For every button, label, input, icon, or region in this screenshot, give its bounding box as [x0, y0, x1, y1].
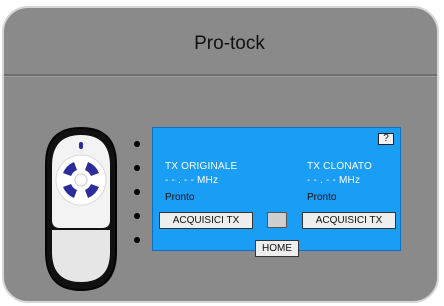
- device-panel: Pro-tock ? TX ORIGINALE - - . - - MHz Pr…: [2, 6, 439, 303]
- original-tx-heading: TX ORIGINALE: [165, 161, 238, 172]
- home-button[interactable]: HOME: [255, 240, 299, 257]
- original-tx-frequency: - - . - - MHz: [165, 175, 219, 186]
- copy-button[interactable]: [267, 212, 287, 228]
- led-3: [134, 189, 140, 195]
- app-title: Pro-tock: [194, 33, 265, 54]
- led-4: [134, 213, 140, 219]
- remote-center: [74, 173, 88, 187]
- cloned-tx-status: Pronto: [307, 192, 337, 203]
- remote-control-icon: [45, 126, 117, 292]
- help-button[interactable]: ?: [378, 133, 394, 145]
- led-1: [134, 141, 140, 147]
- remote-led: [79, 142, 83, 149]
- led-2: [134, 165, 140, 171]
- cloned-tx-heading: TX CLONATO: [307, 161, 372, 172]
- lcd-screen: ? TX ORIGINALE - - . - - MHz Pronto ACQU…: [152, 127, 401, 257]
- acquire-original-tx-button[interactable]: ACQUISICI TX: [159, 212, 253, 229]
- remote-lower-body: [52, 230, 110, 282]
- acquire-cloned-tx-button[interactable]: ACQUISICI TX: [302, 212, 396, 229]
- header-divider: [4, 74, 437, 77]
- cloned-tx-frequency: - - . - - MHz: [307, 175, 361, 186]
- led-5: [134, 237, 140, 243]
- original-tx-status: Pronto: [165, 192, 195, 203]
